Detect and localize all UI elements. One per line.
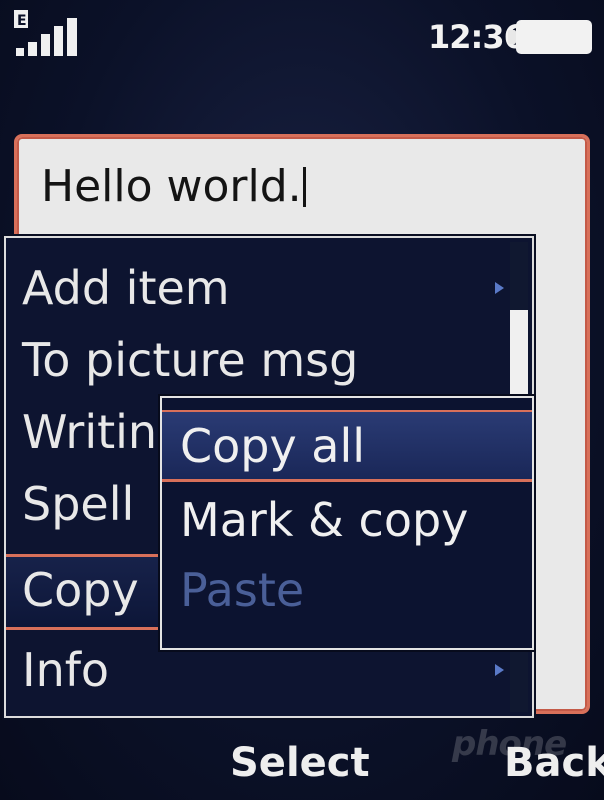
back-softkey[interactable]: Back <box>504 740 604 786</box>
message-text-content: Hello world. <box>41 161 302 212</box>
submenu-arrow-icon <box>495 282 504 294</box>
battery-icon <box>508 20 592 54</box>
submenu-item-mark-and-copy[interactable]: Mark & copy <box>162 486 532 556</box>
softkey-bar: Select Back <box>0 728 604 800</box>
menu-item-label: Info <box>22 643 110 697</box>
submenu-item-label: Copy all <box>180 419 366 473</box>
menu-item-add-item[interactable]: Add item <box>6 252 512 324</box>
menu-item-to-picture-msg[interactable]: To picture msg <box>6 324 512 396</box>
menu-item-label: Add item <box>22 261 230 315</box>
submenu-item-label: Mark & copy <box>180 493 469 547</box>
menu-item-label: To picture msg <box>22 333 359 387</box>
submenu-item-copy-all[interactable]: Copy all <box>162 412 532 482</box>
status-bar: E 12:36 <box>0 0 604 70</box>
phone-screen: E 12:36 Hello world. Add item To picture… <box>0 0 604 800</box>
menu-item-label: Copy <box>22 563 139 617</box>
select-softkey[interactable]: Select <box>230 740 370 786</box>
message-text: Hello world. <box>41 161 306 212</box>
copy-submenu: Copy all Mark & copy Paste <box>160 396 534 650</box>
network-type-label: E <box>17 13 27 29</box>
submenu-item-label: Paste <box>180 563 305 617</box>
signal-bars-icon: E <box>14 10 77 56</box>
menu-item-label: Writin <box>22 405 158 459</box>
menu-item-label: Spell <box>22 477 135 531</box>
text-cursor <box>302 167 306 207</box>
submenu-arrow-icon <box>495 664 504 676</box>
submenu-item-paste: Paste <box>162 556 532 626</box>
